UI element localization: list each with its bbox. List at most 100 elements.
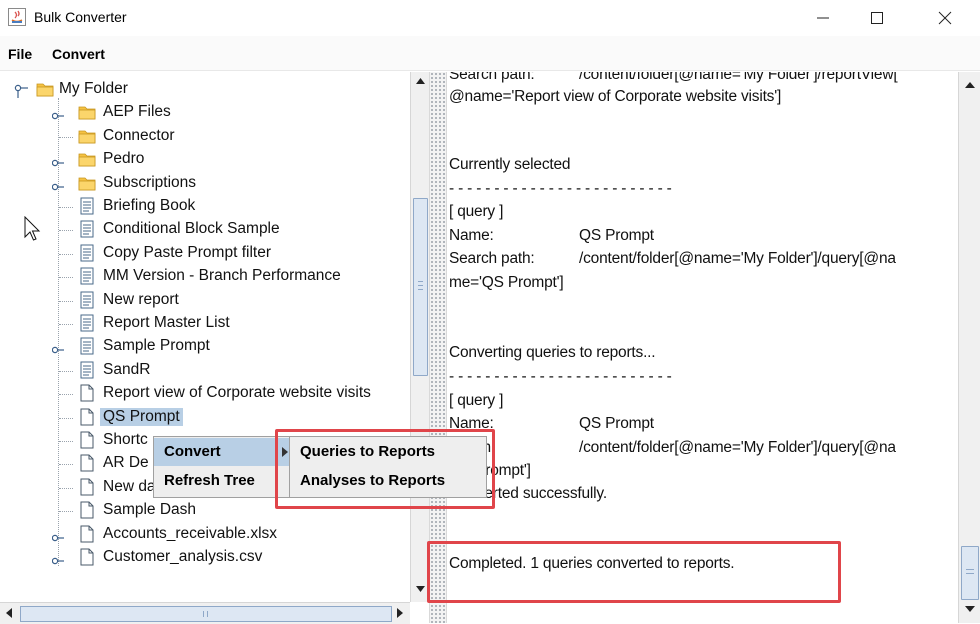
tree-connector-line (59, 441, 73, 442)
report-icon (78, 244, 96, 262)
folder-icon (36, 80, 54, 98)
window-title: Bulk Converter (34, 9, 127, 25)
java-app-icon (8, 8, 26, 26)
log-vertical-scrollbar[interactable] (958, 72, 980, 623)
report-icon (78, 314, 96, 332)
log-line: [ query ] (449, 392, 503, 410)
log-scroll-up-arrow[interactable] (959, 76, 980, 94)
log-text: Currently selected (449, 156, 571, 173)
log-scroll-down-arrow[interactable] (959, 600, 980, 618)
log-text: Name: (449, 227, 494, 244)
log-text: Converting queries to reports... (449, 344, 656, 361)
tree-item-label: Report Master List (103, 314, 230, 331)
expand-handle-icon[interactable] (14, 84, 28, 98)
hscroll-thumb[interactable] (20, 606, 392, 622)
minimize-button[interactable] (800, 0, 846, 36)
tree-item-label: Briefing Book (103, 197, 196, 214)
log-line: Search path: /content/folder[@name='My Fo… (449, 72, 898, 84)
context-menu: Convert Refresh Tree (153, 436, 295, 498)
log-value: QS Prompt (579, 415, 654, 432)
arrow-right-icon[interactable] (393, 606, 407, 620)
log-line: @name='Report view of Corporate website … (449, 88, 781, 106)
log-text: me='QS Prompt'] (449, 274, 564, 291)
arrow-up-icon (416, 78, 425, 84)
report-icon (78, 197, 96, 215)
close-icon (938, 11, 952, 25)
document-icon (78, 384, 96, 402)
folder-icon (78, 103, 96, 121)
tree-horizontal-scrollbar[interactable] (0, 602, 410, 624)
log-text: [ query ] (449, 203, 504, 220)
context-menu-refresh-tree[interactable]: Refresh Tree (154, 467, 294, 495)
context-menu-convert[interactable]: Convert (154, 438, 294, 466)
arrow-up-icon (965, 82, 975, 88)
close-button[interactable] (922, 0, 968, 36)
tree-connector-line (59, 207, 73, 208)
tree-item-label: Sample Dash (103, 501, 197, 519)
tree-connector-line (59, 136, 73, 138)
document-icon (78, 548, 96, 566)
arrow-left-icon[interactable] (2, 606, 16, 620)
report-icon (78, 361, 96, 379)
scroll-up-arrow[interactable] (411, 72, 430, 90)
menu-bar: File Convert (0, 36, 980, 71)
tree-item-label: Sample Prompt (103, 337, 210, 355)
menu-file[interactable]: File (8, 46, 32, 62)
folder-icon (78, 127, 96, 145)
expand-handle-icon[interactable] (51, 553, 64, 565)
expand-handle-icon[interactable] (51, 179, 64, 190)
tree-connector-line (59, 487, 73, 489)
log-line: [ query ] (449, 203, 503, 221)
tree-item-label: Accounts_receivable.xlsx (103, 524, 278, 542)
tree-vertical-scrollbar[interactable] (410, 72, 430, 602)
tree-connector-line (58, 98, 59, 566)
tree-connector-line (59, 230, 73, 232)
log-line: - - - - - - - - - - - - - - - - - - - - … (449, 368, 672, 386)
log-value: QS Prompt (579, 227, 654, 244)
document-icon (78, 454, 96, 472)
log-line: Currently selected (449, 156, 571, 174)
expand-handle-icon[interactable] (51, 155, 64, 167)
tree-item-label: Subscriptions (103, 173, 197, 191)
tree-item-label: My Folder (59, 80, 128, 97)
report-icon (78, 267, 96, 285)
expand-handle-icon[interactable] (51, 108, 64, 120)
tree-item-label: New report (103, 290, 179, 308)
tree-item-label: Customer_analysis.csv (103, 548, 263, 565)
expand-handle-icon[interactable] (51, 530, 64, 541)
report-icon (78, 291, 96, 309)
tree-connector-line (59, 300, 73, 302)
log-line: Converting queries to reports... (449, 344, 656, 362)
log-value: /content/folder[@name='My Folder']/query… (579, 439, 896, 456)
highlight-completed-box (427, 541, 841, 603)
folder-tree[interactable]: My Folder AEP Files Connector Pedro Subscrip… (0, 72, 410, 602)
log-line: - - - - - - - - - - - - - - - - - - - - … (449, 180, 672, 198)
tree-item-label: MM Version - Branch Performance (103, 267, 341, 285)
tree-item-label: QS Prompt (100, 407, 183, 426)
folder-icon (78, 174, 96, 192)
log-line: Name: QS Prompt (449, 227, 654, 245)
expand-handle-icon[interactable] (51, 342, 64, 354)
log-text: Search path: (449, 72, 535, 83)
tree-item-label: Connector (103, 126, 175, 144)
log-value: /content/folder[@name='My Folder']/query… (579, 250, 896, 267)
tree-connector-line (59, 464, 73, 466)
highlight-submenu-box (275, 429, 495, 509)
folder-icon (78, 150, 96, 168)
title-bar: Bulk Converter (0, 0, 980, 36)
maximize-button[interactable] (854, 0, 900, 36)
tree-connector-line (59, 253, 73, 255)
scroll-thumb[interactable] (413, 198, 428, 376)
report-icon (78, 220, 96, 238)
log-text: Search path: (449, 250, 535, 267)
document-icon (78, 525, 96, 543)
log-text: [ query ] (449, 392, 504, 409)
menu-convert[interactable]: Convert (52, 46, 105, 62)
tree-item-label: AR De (103, 454, 149, 472)
tree-item-label: AEP Files (103, 103, 171, 121)
report-icon (78, 337, 96, 355)
document-icon (78, 431, 96, 449)
log-line: Search path: /content/folder[@name='My Fo… (449, 250, 896, 268)
log-scroll-thumb[interactable] (961, 546, 979, 600)
log-text: - - - - - - - - - - - - - - - - - - - - … (449, 180, 672, 197)
